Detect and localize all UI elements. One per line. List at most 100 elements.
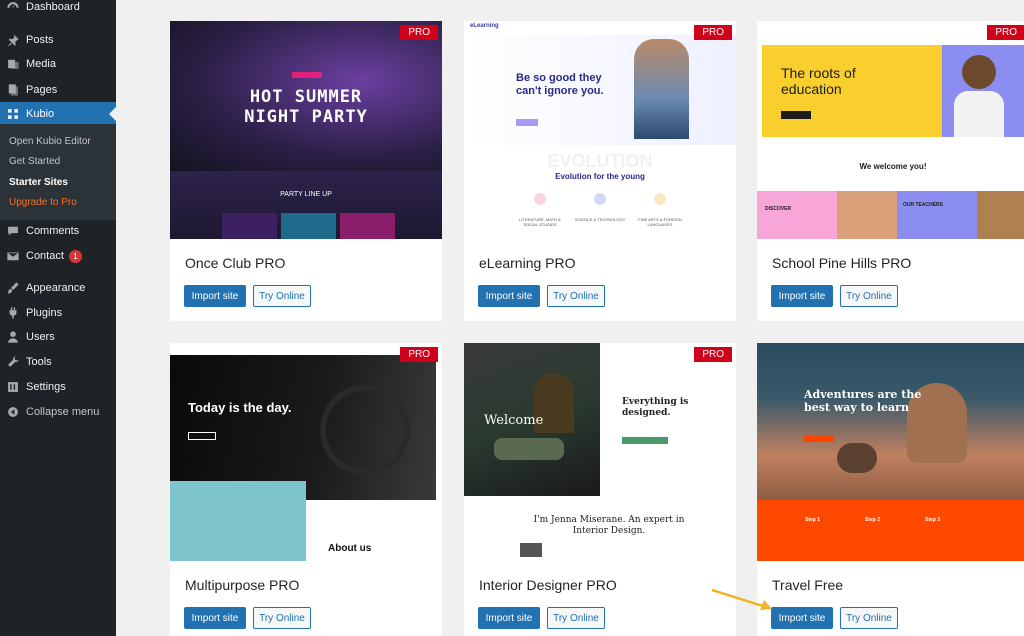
steps-band (757, 500, 1024, 561)
try-online-button[interactable]: Try Online (547, 285, 605, 307)
pro-badge: PRO (400, 347, 438, 362)
menu-label: Users (26, 331, 55, 343)
menu-posts[interactable]: Posts (0, 28, 116, 52)
site-logo: eLearning (470, 23, 499, 29)
feature-icon (534, 193, 546, 205)
student-body (954, 91, 1004, 137)
submenu-open-editor[interactable]: Open Kubio Editor (9, 136, 91, 147)
menu-pages[interactable]: Pages (0, 78, 116, 102)
submenu-starter-sites[interactable]: Starter Sites (9, 177, 68, 188)
feature-label: FINE ARTS & FOREIGN LANGUAGES (638, 217, 682, 227)
import-site-button[interactable]: Import site (478, 285, 540, 307)
hero-photo (757, 343, 1024, 503)
collapse-icon (0, 405, 26, 419)
menu-kubio[interactable]: Kubio (0, 102, 116, 126)
try-online-button[interactable]: Try Online (253, 607, 311, 629)
menu-users[interactable]: Users (0, 325, 116, 349)
pro-badge: PRO (987, 25, 1024, 40)
kubio-submenu: Open Kubio Editor Get Started Starter Si… (0, 124, 116, 220)
site-preview[interactable]: The roots of education We welcome you! D… (757, 21, 1024, 239)
pointer-arrow-icon (711, 588, 772, 610)
feature-icon (594, 193, 606, 205)
pro-badge: PRO (400, 25, 438, 40)
site-preview[interactable]: Welcome Everything is designed. I'm Jenn… (464, 343, 736, 561)
hero-student-photo (634, 39, 689, 139)
traveler (837, 443, 877, 473)
section-watermark: EVOLUTION (547, 151, 653, 171)
pages-icon (0, 83, 26, 97)
pin-icon (0, 33, 26, 47)
about-photo (170, 481, 306, 561)
intro-text: I'm Jenna Miserane. An expert in Interio… (533, 515, 685, 536)
site-preview[interactable]: Today is the day. About us (170, 343, 442, 561)
menu-dashboard[interactable]: Dashboard (0, 0, 116, 19)
menu-label: Pages (26, 84, 58, 96)
hero-headline: Adventures are the best way to learn (804, 388, 922, 414)
starter-site-card: The roots of education We welcome you! D… (757, 21, 1024, 321)
try-online-button[interactable]: Try Online (547, 607, 605, 629)
starter-site-card: Welcome Everything is designed. I'm Jenn… (464, 343, 736, 636)
try-online-button[interactable]: Try Online (840, 285, 898, 307)
menu-plugins[interactable]: Plugins (0, 301, 116, 325)
import-site-button[interactable]: Import site (771, 285, 833, 307)
step-label: Step 2 (865, 517, 881, 523)
wrench-icon (0, 355, 26, 369)
sofa (494, 438, 564, 460)
admin-sidebar: Dashboard Posts Media Pages Kubio Open K… (0, 0, 116, 636)
feature-icon (654, 193, 666, 205)
menu-appearance[interactable]: Appearance (0, 276, 116, 300)
menu-label: Tools (26, 356, 52, 368)
lineup-photo (340, 213, 395, 239)
media-icon (0, 57, 26, 71)
hero-headline: The roots of education (781, 65, 856, 97)
site-title: School Pine Hills PRO (772, 255, 912, 271)
site-title: Once Club PRO (185, 255, 286, 271)
starter-site-card: HOT SUMMER NIGHT PARTY PARTY LINE UP PRO… (170, 21, 442, 321)
menu-settings[interactable]: Settings (0, 375, 116, 399)
menu-media[interactable]: Media (0, 52, 116, 76)
kubio-icon (0, 107, 26, 121)
panel-label: DISCOVER (765, 206, 792, 212)
section-title: About us (328, 543, 372, 554)
brush-icon (0, 281, 26, 295)
hero-student-photo (942, 45, 1024, 137)
site-title: eLearning PRO (479, 255, 576, 271)
import-site-button[interactable]: Import site (771, 607, 833, 629)
menu-label: Appearance (26, 282, 86, 294)
notification-badge: 1 (68, 249, 82, 263)
pro-badge: PRO (694, 25, 732, 40)
panel-teachers (897, 191, 977, 239)
site-preview[interactable]: Adventures are the best way to learn Ste… (757, 343, 1024, 561)
import-site-button[interactable]: Import site (478, 607, 540, 629)
site-title: Multipurpose PRO (185, 577, 300, 593)
panel-photo (977, 191, 1024, 239)
panel-label: OUR TEACHERS (903, 202, 944, 208)
menu-label: Settings (26, 381, 66, 393)
submenu-get-started[interactable]: Get Started (9, 156, 60, 167)
import-site-button[interactable]: Import site (184, 607, 246, 629)
feature-label: LITERATURE, MATH & SOCIAL STUDIES (519, 217, 561, 227)
menu-comments[interactable]: Comments (0, 219, 116, 243)
hero-background (170, 355, 436, 500)
try-online-button[interactable]: Try Online (253, 285, 311, 307)
menu-label: Plugins (26, 307, 63, 319)
site-preview[interactable]: HOT SUMMER NIGHT PARTY PARTY LINE UP (170, 21, 442, 239)
hero-headline: Be so good they can't ignore you. (516, 72, 604, 97)
hero-headline: Everything is designed. (622, 397, 689, 418)
menu-label: Dashboard (26, 1, 80, 13)
import-site-button[interactable]: Import site (184, 285, 246, 307)
plugin-icon (0, 306, 26, 320)
section-title: We welcome you! (859, 162, 927, 171)
menu-contact[interactable]: Contact 1 (0, 244, 116, 268)
try-online-button[interactable]: Try Online (840, 607, 898, 629)
section-title: PARTY LINE UP (280, 191, 332, 198)
hero-headline: Today is the day. (188, 400, 292, 415)
user-icon (0, 330, 26, 344)
site-preview[interactable]: eLearning Be so good they can't ignore y… (464, 21, 736, 239)
hero-cta (781, 111, 811, 119)
menu-collapse[interactable]: Collapse menu (0, 400, 116, 424)
menu-tools[interactable]: Tools (0, 350, 116, 374)
mail-icon (0, 249, 26, 263)
submenu-upgrade[interactable]: Upgrade to Pro (9, 197, 77, 208)
menu-label: Collapse menu (26, 406, 100, 418)
